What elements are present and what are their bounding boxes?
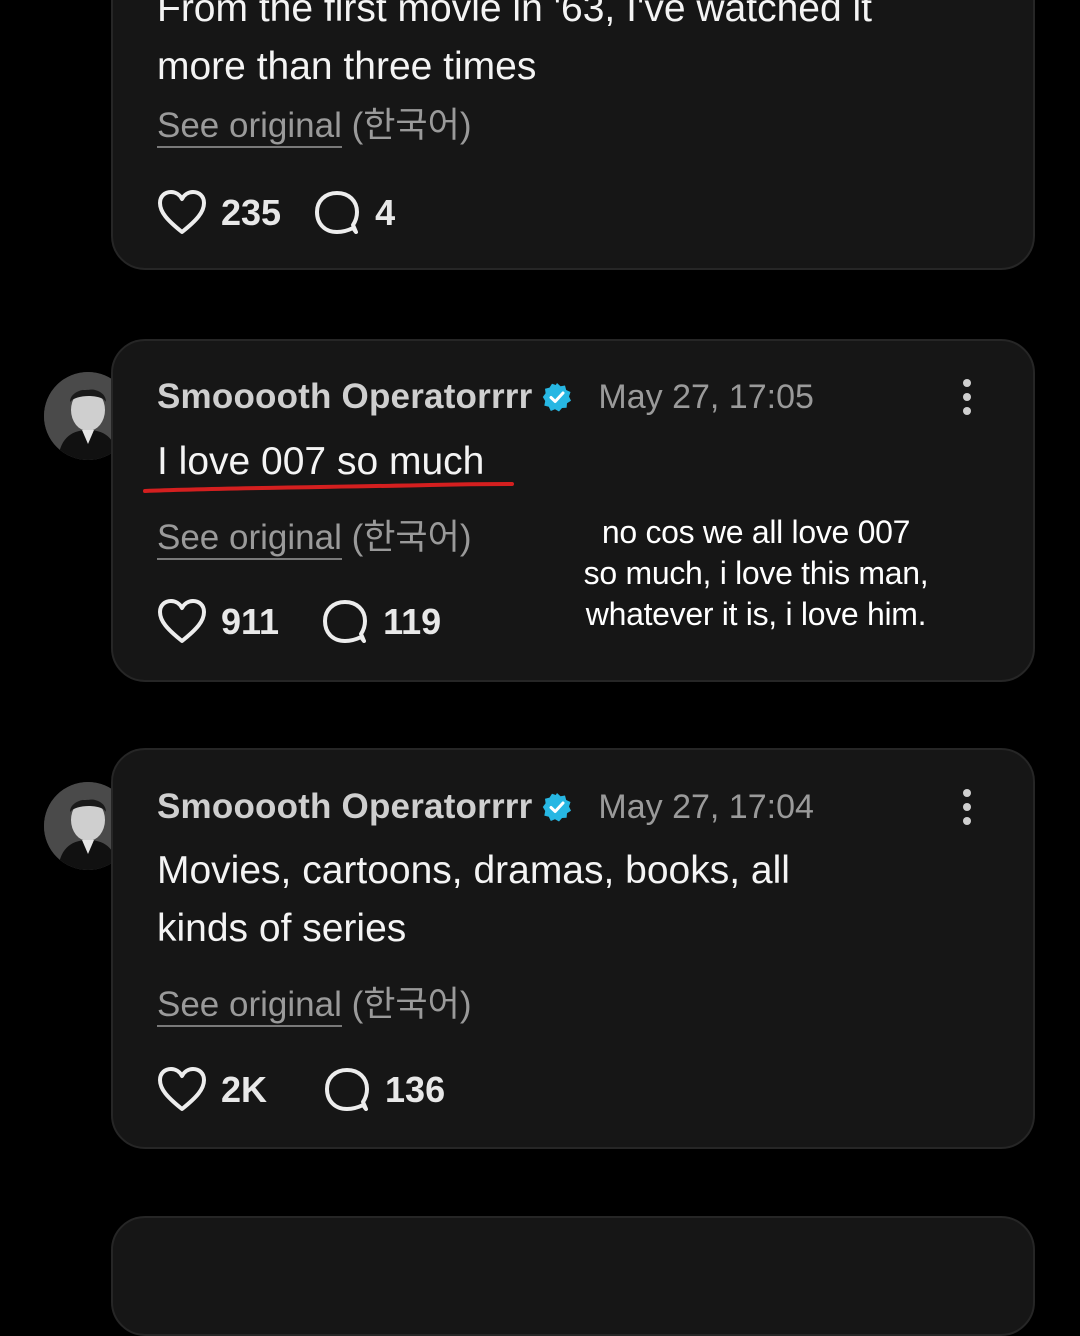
more-options-icon: [963, 379, 971, 415]
heart-icon: [158, 190, 206, 234]
comment-actions: 2K 136: [157, 1065, 445, 1115]
heart-icon: [158, 599, 206, 643]
verified-badge-icon: [543, 793, 572, 822]
video-caption: no cos we all love 007 so much, i love t…: [556, 512, 956, 635]
original-language: (한국어): [351, 106, 472, 145]
username[interactable]: Smooooth Operatorrrr: [157, 787, 532, 827]
caption-line: no cos we all love 007: [601, 514, 911, 550]
like-count: 2K: [221, 1069, 268, 1110]
reply-count: 136: [385, 1069, 446, 1110]
verified-badge-icon: [543, 383, 572, 412]
reply-button[interactable]: 4: [313, 190, 395, 236]
timestamp: May 27, 17:04: [598, 787, 814, 826]
timestamp: May 27, 17:05: [598, 377, 814, 416]
see-original-link[interactable]: See original: [157, 985, 342, 1027]
like-count: 235: [221, 192, 282, 233]
comment-text-line: kinds of series: [157, 907, 407, 950]
caption-line: so much, i love this man,: [583, 555, 929, 591]
comment-bubble-icon: [325, 1068, 370, 1111]
reply-button[interactable]: 119: [321, 599, 441, 645]
reply-count: 4: [375, 192, 396, 233]
reply-button[interactable]: 136: [323, 1067, 445, 1113]
comment-card: From the first movie in '63, I've watche…: [111, 0, 1035, 270]
reply-count: 119: [383, 601, 442, 642]
like-button[interactable]: 2K: [157, 1067, 267, 1113]
more-options-button[interactable]: [947, 787, 987, 827]
heart-icon: [158, 1067, 206, 1111]
original-language: (한국어): [351, 518, 472, 557]
comment-text: Movies, cartoons, dramas, books, all kin…: [157, 842, 913, 958]
comment-text-line: Movies, cartoons, dramas, books, all: [157, 849, 790, 892]
comment-bubble-icon: [323, 600, 368, 643]
more-options-icon: [963, 789, 971, 825]
annotation-underline: [143, 482, 514, 493]
see-original-link[interactable]: See original: [157, 106, 342, 148]
comment-header: Smooooth Operatorrrr May 27, 17:04: [157, 785, 989, 829]
comment-bubble-icon: [315, 191, 360, 234]
comment-card: Smooooth Operatorrrr May 27, 17:04 Movie…: [111, 748, 1035, 1149]
comment-text-line: more than three times: [157, 45, 537, 88]
see-original-link[interactable]: See original: [157, 518, 342, 560]
like-button[interactable]: 235: [157, 190, 281, 236]
comment-card: [111, 1216, 1035, 1336]
caption-line: whatever it is, i love him.: [585, 596, 927, 632]
original-language: (한국어): [351, 985, 472, 1024]
see-original: See original (한국어): [157, 97, 472, 148]
see-original: See original (한국어): [157, 976, 472, 1027]
see-original: See original (한국어): [157, 509, 472, 560]
comment-actions: 911 119: [157, 597, 441, 647]
more-options-button[interactable]: [947, 377, 987, 417]
like-button[interactable]: 911: [157, 599, 279, 645]
username[interactable]: Smooooth Operatorrrr: [157, 377, 532, 417]
like-count: 911: [221, 601, 280, 642]
comment-text: From the first movie in '63, I've watche…: [157, 0, 989, 96]
comment-actions: 235 4: [157, 188, 395, 238]
comment-text-line: From the first movie in '63, I've watche…: [157, 0, 872, 30]
comment-header: Smooooth Operatorrrr May 27, 17:05: [157, 375, 989, 419]
